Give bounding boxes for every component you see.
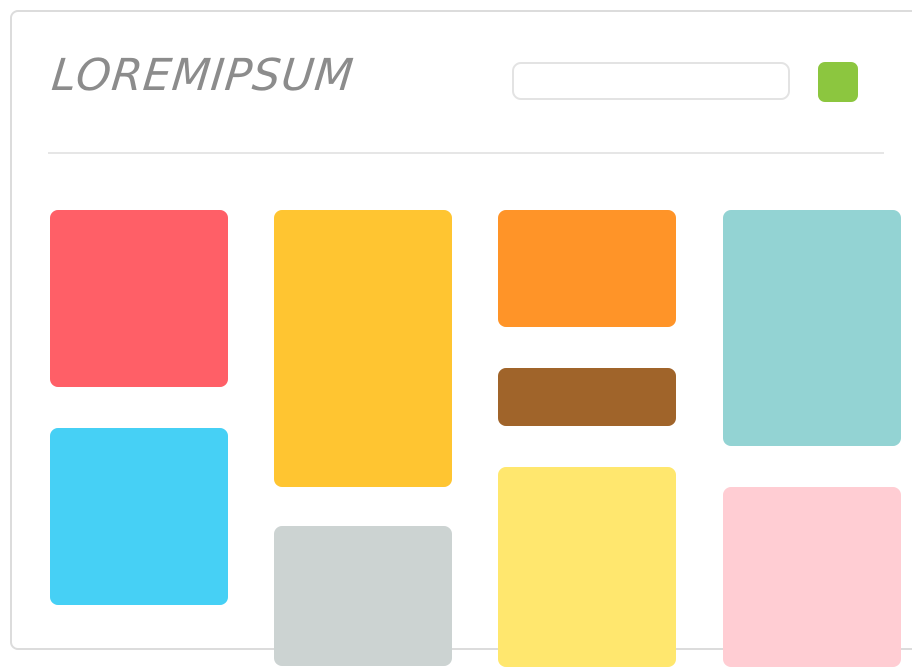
tile-brown[interactable] bbox=[498, 368, 676, 426]
logo: LOREMIPSUM bbox=[49, 50, 357, 101]
tile-orange[interactable] bbox=[498, 210, 676, 327]
tile-teal[interactable] bbox=[723, 210, 901, 446]
tile-blue[interactable] bbox=[50, 428, 228, 605]
tile-yellow[interactable] bbox=[274, 210, 452, 487]
header-divider bbox=[48, 152, 884, 154]
tile-red[interactable] bbox=[50, 210, 228, 387]
tile-gray[interactable] bbox=[274, 526, 452, 666]
tile-light-yellow[interactable] bbox=[498, 467, 676, 667]
search-input[interactable] bbox=[512, 62, 790, 100]
action-button[interactable] bbox=[818, 62, 858, 102]
tile-pink[interactable] bbox=[723, 487, 901, 667]
